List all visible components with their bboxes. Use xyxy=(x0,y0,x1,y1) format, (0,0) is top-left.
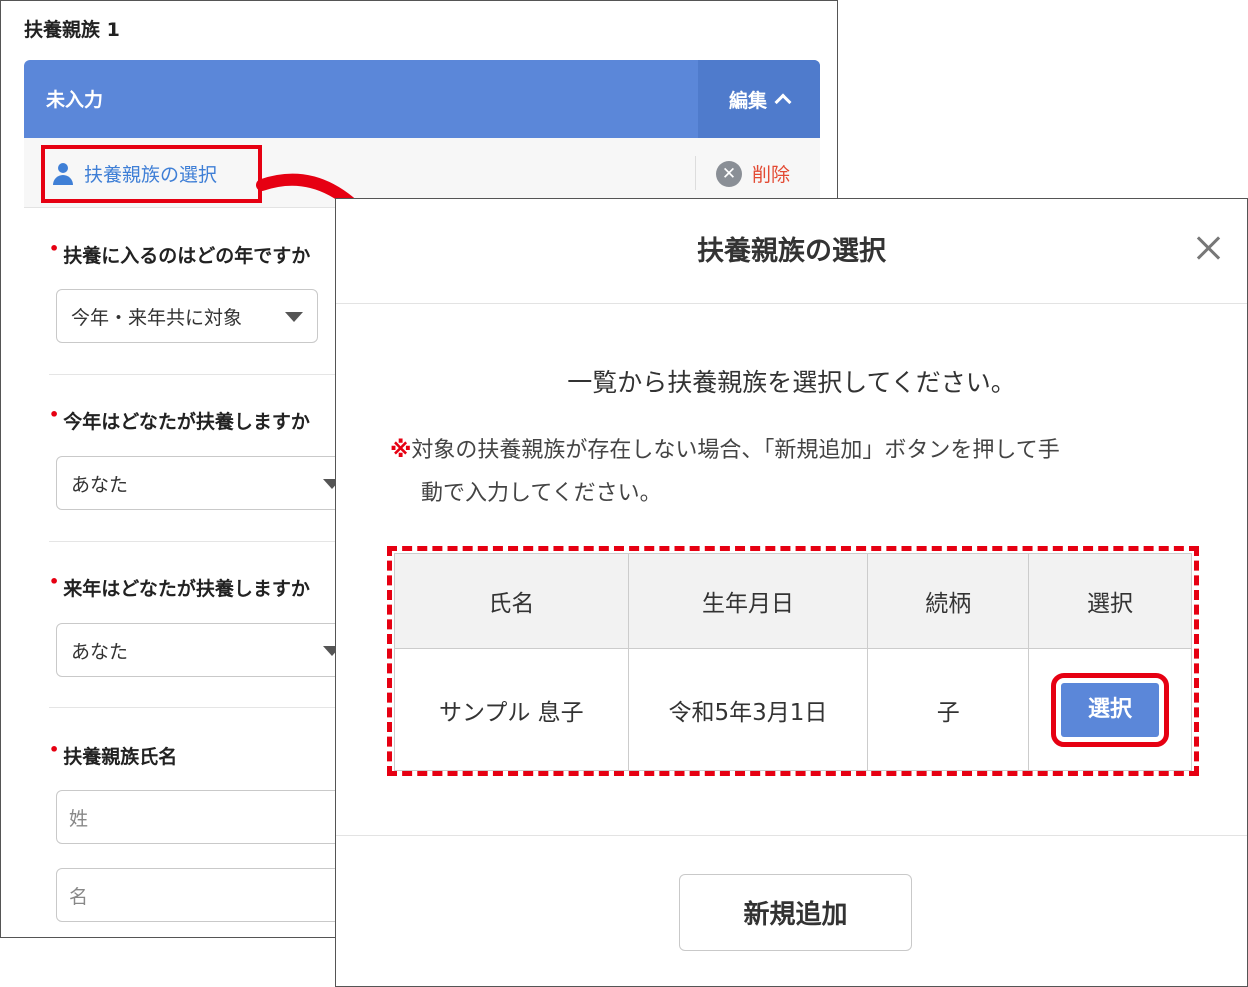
divider xyxy=(336,835,1247,836)
edit-label: 編集 xyxy=(728,89,767,112)
column-header-name: 氏名 xyxy=(394,553,629,649)
note-line-1: 対象の扶養親族が存在しない場合、「新規追加」ボタンを押して手 xyxy=(411,438,1060,463)
year-select-value: 今年・来年共に対象 xyxy=(71,306,243,329)
column-header-birthdate: 生年月日 xyxy=(627,553,869,649)
cell-birthdate: 令和5年3月1日 xyxy=(627,648,869,771)
select-dependent-modal: 扶養親族の選択 一覧から扶養親族を選択してください。 ※対象の扶養親族が存在しな… xyxy=(335,198,1248,987)
divider xyxy=(49,374,339,375)
required-mark: • xyxy=(49,239,60,258)
table-header-row: 氏名 生年月日 続柄 選択 xyxy=(394,553,1192,649)
highlight-box xyxy=(41,145,262,203)
dependent-name-label: • 扶養親族氏名 xyxy=(49,740,178,768)
modal-instruction: 一覧から扶養親族を選択してください。 xyxy=(567,368,1016,397)
last-name-input[interactable]: 姓 xyxy=(56,790,356,844)
caret-down-icon xyxy=(285,312,303,322)
close-circle-icon: ✕ xyxy=(716,160,742,187)
required-mark: • xyxy=(49,405,60,424)
delete-label: 削除 xyxy=(752,164,791,186)
dependent-card-header: 未入力 編集 xyxy=(24,60,820,138)
required-mark: • xyxy=(49,572,60,591)
edit-button[interactable]: 編集 xyxy=(698,60,820,138)
delete-button[interactable]: ✕ 削除 xyxy=(716,160,790,187)
divider xyxy=(49,707,339,708)
modal-note: ※対象の扶養親族が存在しない場合、「新規追加」ボタンを押して手 動で入力してくだ… xyxy=(390,429,1200,515)
this-year-select[interactable]: あなた xyxy=(56,456,356,510)
dependent-table-wrap: 氏名 生年月日 続柄 選択 サンプル 息子 令和5年3月1日 子 選択 xyxy=(394,553,1192,771)
column-header-relation: 続柄 xyxy=(867,553,1030,649)
first-name-input[interactable]: 名 xyxy=(56,868,356,922)
required-mark: • xyxy=(49,740,60,759)
question-next-year-label: • 来年はどなたが扶養しますか xyxy=(49,572,310,600)
note-mark: ※ xyxy=(390,438,412,463)
next-year-select-value: あなた xyxy=(71,640,129,663)
cell-relation: 子 xyxy=(867,648,1030,771)
cell-name: サンプル 息子 xyxy=(394,648,629,771)
modal-header: 扶養親族の選択 xyxy=(336,199,1247,304)
question-this-year-label: • 今年はどなたが扶養しますか xyxy=(49,405,310,433)
column-header-select: 選択 xyxy=(1028,553,1192,649)
section-title: 扶養親族 1 xyxy=(24,19,120,41)
add-new-button[interactable]: 新規追加 xyxy=(679,874,912,951)
year-select[interactable]: 今年・来年共に対象 xyxy=(56,289,318,343)
dependent-table: 氏名 生年月日 続柄 選択 サンプル 息子 令和5年3月1日 子 選択 xyxy=(394,553,1192,771)
table-row: サンプル 息子 令和5年3月1日 子 選択 xyxy=(394,648,1192,771)
divider xyxy=(695,156,696,190)
this-year-select-value: あなた xyxy=(71,473,129,496)
cell-select: 選択 xyxy=(1028,648,1192,771)
divider xyxy=(49,541,339,542)
status-label: 未入力 xyxy=(46,89,104,111)
close-icon[interactable] xyxy=(1191,231,1225,265)
select-row-button[interactable]: 選択 xyxy=(1051,672,1170,747)
next-year-select[interactable]: あなた xyxy=(56,623,356,677)
note-line-2: 動で入力してください。 xyxy=(421,481,662,506)
chevron-up-icon xyxy=(774,93,792,111)
modal-title: 扶養親族の選択 xyxy=(697,236,886,267)
